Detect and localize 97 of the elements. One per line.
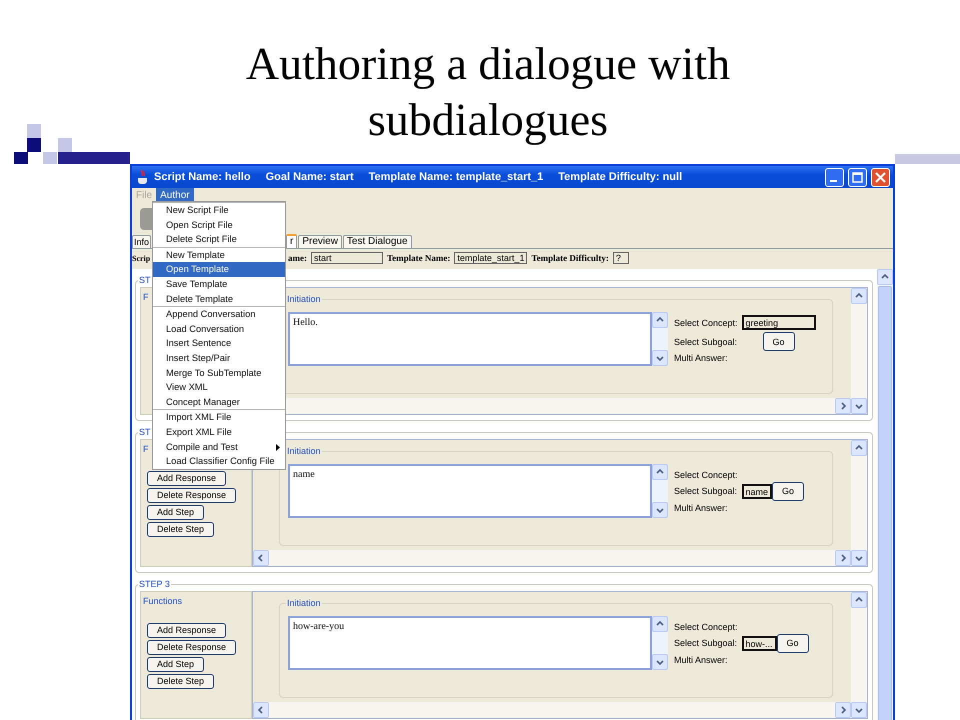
scrollbar-thumb[interactable] xyxy=(878,286,892,720)
maximize-button[interactable] xyxy=(848,168,867,186)
menu-item[interactable]: Open Script File xyxy=(153,218,285,232)
functions-title: F xyxy=(143,444,148,454)
tab[interactable]: Test Dialogue xyxy=(342,235,412,248)
subgoal-label: Select Subgoal: xyxy=(674,486,738,496)
concept-label: Select Concept: xyxy=(674,318,739,328)
header-field[interactable]: template_start_1 xyxy=(454,252,528,264)
multi-answer-label: Multi Answer: xyxy=(674,654,729,664)
step-title: ST xyxy=(138,427,152,437)
minimize-button[interactable] xyxy=(825,168,844,186)
field-label: ame: xyxy=(288,253,307,263)
scroll-right-button[interactable] xyxy=(835,702,851,718)
scroll-down-button[interactable] xyxy=(851,550,867,566)
scroll-up-button[interactable] xyxy=(851,440,867,456)
sentence-field[interactable]: how-are-you xyxy=(288,616,652,670)
function-button[interactable]: Add Step xyxy=(147,657,204,672)
initiation-title: Initiation xyxy=(286,598,322,608)
scroll-right-button[interactable] xyxy=(835,550,851,566)
menu-item[interactable]: Insert Sentence xyxy=(153,336,285,351)
window-title: Goal Name: start xyxy=(266,171,354,183)
window-title: Script Name: hello xyxy=(154,171,251,183)
menu-item[interactable]: New Script File xyxy=(153,203,285,218)
function-button[interactable]: Delete Step xyxy=(147,522,214,537)
submenu-arrow-icon xyxy=(276,444,281,450)
function-button[interactable]: Delete Step xyxy=(147,674,214,689)
functions-title: F xyxy=(143,292,148,302)
functions-title: Functions xyxy=(143,596,182,606)
menu-item[interactable]: New Template xyxy=(153,248,285,262)
scroll-down-button[interactable] xyxy=(851,702,867,718)
step-title: ST xyxy=(138,275,152,285)
multi-answer-label: Multi Answer: xyxy=(674,353,729,363)
concept-label: Select Concept: xyxy=(674,470,739,480)
scroll-up-button[interactable] xyxy=(851,592,867,608)
menu-item[interactable]: Delete Script File xyxy=(153,232,285,247)
menu-item[interactable]: Delete Template xyxy=(153,292,285,306)
tab[interactable]: Preview xyxy=(298,235,342,248)
maximize-icon xyxy=(852,172,863,182)
step-title: STEP 3 xyxy=(138,579,171,589)
concept-field[interactable]: greeting xyxy=(742,315,816,330)
scroll-up-button[interactable] xyxy=(652,312,668,328)
tab[interactable]: r xyxy=(286,234,298,248)
multi-answer-label: Multi Answer: xyxy=(674,502,729,512)
go-button[interactable]: Go xyxy=(772,482,804,500)
subgoal-label: Select Subgoal: xyxy=(674,336,738,346)
field-label: Template Name: xyxy=(387,253,450,263)
menu-item[interactable]: Merge To SubTemplate xyxy=(153,366,285,380)
scroll-up-button[interactable] xyxy=(877,269,893,285)
function-button[interactable]: Add Response xyxy=(147,471,226,486)
menu-item[interactable]: Save Template xyxy=(153,276,285,292)
cup-icon xyxy=(136,169,150,185)
scroll-up-button[interactable] xyxy=(851,288,867,304)
initiation-title: Initiation xyxy=(286,294,322,304)
subgoal-label: Select Subgoal: xyxy=(674,638,738,648)
sentence-field[interactable]: name xyxy=(288,464,652,518)
scroll-down-button[interactable] xyxy=(652,502,668,518)
scroll-down-button[interactable] xyxy=(652,654,668,670)
tab[interactable]: Info xyxy=(132,235,151,248)
field-label: Scrip xyxy=(132,254,150,262)
scroll-up-button[interactable] xyxy=(652,616,668,632)
concept-label: Select Concept: xyxy=(674,622,739,632)
menu-item[interactable]: Open Template xyxy=(153,262,285,277)
initiation-title: Initiation xyxy=(286,446,322,456)
go-button[interactable]: Go xyxy=(762,332,795,351)
menu-item[interactable]: Export XML File xyxy=(153,424,285,440)
slide-title: Authoring a dialogue with subdialogues xyxy=(244,37,732,147)
subgoal-field[interactable]: name xyxy=(742,484,772,498)
function-button[interactable]: Delete Response xyxy=(147,488,236,503)
menu-item[interactable]: Load Classifier Config File xyxy=(153,454,285,469)
menu-item[interactable]: Compile and Test xyxy=(153,440,285,454)
subgoal-field[interactable]: how-... xyxy=(742,636,777,650)
scroll-left-button[interactable] xyxy=(253,550,269,566)
menu-item[interactable]: View XML xyxy=(153,380,285,395)
field-label: Template Difficulty: xyxy=(531,253,609,263)
sentence-field[interactable]: Hello. xyxy=(288,312,652,366)
close-button[interactable] xyxy=(871,168,890,186)
function-button[interactable]: Add Response xyxy=(147,623,226,638)
scroll-left-button[interactable] xyxy=(253,702,269,718)
scroll-down-button[interactable] xyxy=(652,350,668,366)
menu-item[interactable]: Insert Step/Pair xyxy=(153,350,285,366)
function-button[interactable]: Add Step xyxy=(147,505,204,520)
menu-item[interactable]: Append Conversation xyxy=(153,307,285,322)
header-field[interactable]: start xyxy=(311,252,383,264)
scroll-up-button[interactable] xyxy=(652,464,668,480)
header-field[interactable]: ? xyxy=(612,252,629,264)
scroll-right-button[interactable] xyxy=(835,398,851,414)
close-icon xyxy=(875,172,886,182)
menu-item[interactable]: Load Conversation xyxy=(153,322,285,336)
decor-band xyxy=(895,154,960,164)
minimize-icon xyxy=(830,180,836,182)
window-title: Template Difficulty: null xyxy=(558,171,682,183)
window-title: Template Name: template_start_1 xyxy=(368,171,544,183)
menu-item[interactable]: Concept Manager xyxy=(153,394,285,410)
scroll-down-button[interactable] xyxy=(851,398,867,414)
go-button[interactable]: Go xyxy=(776,634,809,652)
menu-item[interactable]: Import XML File xyxy=(153,410,285,425)
function-button[interactable]: Delete Response xyxy=(147,640,236,655)
